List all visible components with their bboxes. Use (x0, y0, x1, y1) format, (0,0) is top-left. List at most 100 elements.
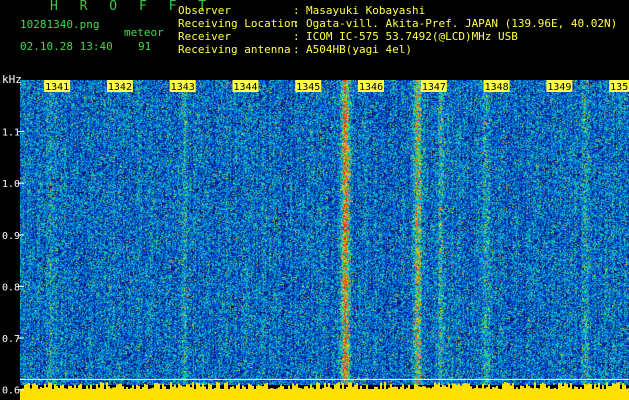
info-value-observer: Masayuki Kobayashi (306, 4, 426, 17)
spectrogram-heatmap (20, 80, 629, 385)
low-band-bar (502, 383, 504, 400)
low-band-bar (304, 386, 306, 400)
low-band-bar (370, 388, 372, 400)
low-band-bar (600, 389, 602, 400)
low-band-bar (516, 387, 518, 400)
low-band-bar (526, 384, 528, 400)
low-band-bar (34, 383, 36, 400)
low-band-bar (222, 389, 224, 400)
low-band-bar (290, 389, 292, 400)
low-band-bar (258, 384, 260, 400)
low-band-bar (232, 386, 234, 400)
low-band-bar (276, 388, 278, 400)
low-band-bar (448, 384, 450, 400)
low-band-bar (488, 384, 490, 400)
low-band-bar (254, 389, 256, 400)
low-band-bar (98, 387, 100, 400)
low-band-bar (194, 388, 196, 400)
low-band-bar (374, 386, 376, 400)
low-band-bar (274, 389, 276, 400)
low-band-bar (364, 389, 366, 400)
low-band-bar (426, 387, 428, 400)
low-band-bar (266, 382, 268, 400)
low-band-bar (428, 387, 430, 400)
low-band-bar (78, 384, 80, 400)
low-band-bar (472, 388, 474, 400)
low-band-bar (60, 385, 62, 400)
low-band-bar (184, 386, 186, 400)
low-band-bar (74, 384, 76, 400)
low-band-bar (494, 387, 496, 400)
low-band-bar (308, 388, 310, 400)
low-band-bar (320, 388, 322, 400)
low-band-bar (72, 387, 74, 400)
low-band-bar (352, 386, 354, 400)
low-band-bar (540, 383, 542, 400)
low-band-bar (32, 383, 34, 400)
low-band-bar (492, 387, 494, 400)
low-band-bar (570, 382, 572, 400)
low-band-bar (182, 386, 184, 400)
low-band-bar (66, 388, 68, 400)
low-band-bar (354, 384, 356, 400)
low-band-bar (498, 388, 500, 400)
low-band-bar (456, 384, 458, 400)
low-band-bar (120, 383, 122, 400)
low-band-bar (458, 383, 460, 400)
low-band-bar (350, 382, 352, 400)
low-band-bar (464, 383, 466, 400)
low-band-bar (58, 387, 60, 400)
low-band-bar (142, 387, 144, 400)
low-band-bar (362, 389, 364, 400)
low-band-bar (382, 389, 384, 400)
low-band-bar (46, 387, 48, 400)
low-band-bar (294, 385, 296, 400)
low-band-bar (390, 384, 392, 400)
low-band-bar (468, 383, 470, 400)
low-band-bar (550, 388, 552, 400)
low-band-bar (430, 388, 432, 400)
low-band-bar (348, 382, 350, 400)
low-band-bar (84, 389, 86, 400)
low-band-bar (26, 383, 28, 400)
low-band-bar (112, 387, 114, 400)
low-band-bar (534, 382, 536, 400)
low-band-bar (168, 389, 170, 400)
low-band-bar (206, 389, 208, 400)
low-band-bar (192, 382, 194, 400)
low-band-bar (70, 385, 72, 400)
info-key-location: Receiving Location (178, 17, 298, 30)
low-band-bar (528, 385, 530, 400)
x-tick-label: 1346 (359, 82, 383, 93)
low-band-bar (612, 383, 614, 400)
low-band-bar (306, 386, 308, 400)
low-band-bar (518, 389, 520, 400)
low-band-bar (28, 382, 30, 400)
y-tick-label: 0.9 (2, 231, 20, 242)
low-band-bar (546, 387, 548, 400)
low-band-bar (300, 388, 302, 400)
low-band-bar (532, 388, 534, 400)
low-band-bar (48, 382, 50, 400)
info-key-observer: Observer (178, 4, 231, 17)
low-band-bar (598, 382, 600, 400)
low-band-bar (170, 382, 172, 400)
low-band-bar (334, 384, 336, 400)
low-band-bar (490, 389, 492, 400)
low-band-bar (140, 389, 142, 400)
low-band-bar (262, 386, 264, 400)
low-band-bar (592, 388, 594, 400)
x-tick-label: 1349 (547, 82, 571, 93)
low-band-bar (572, 389, 574, 400)
low-band-bar (210, 384, 212, 400)
x-tick-label: 1345 (296, 82, 320, 93)
low-band-bar (154, 383, 156, 400)
low-band-bar (606, 382, 608, 400)
low-band-bar (186, 384, 188, 400)
y-tick-label: 1.1 (2, 128, 20, 139)
low-band-bar (520, 385, 522, 400)
low-band-bar (452, 383, 454, 400)
low-band-bar (200, 386, 202, 400)
x-tick-label: 1348 (485, 82, 509, 93)
low-band-bar (406, 387, 408, 400)
